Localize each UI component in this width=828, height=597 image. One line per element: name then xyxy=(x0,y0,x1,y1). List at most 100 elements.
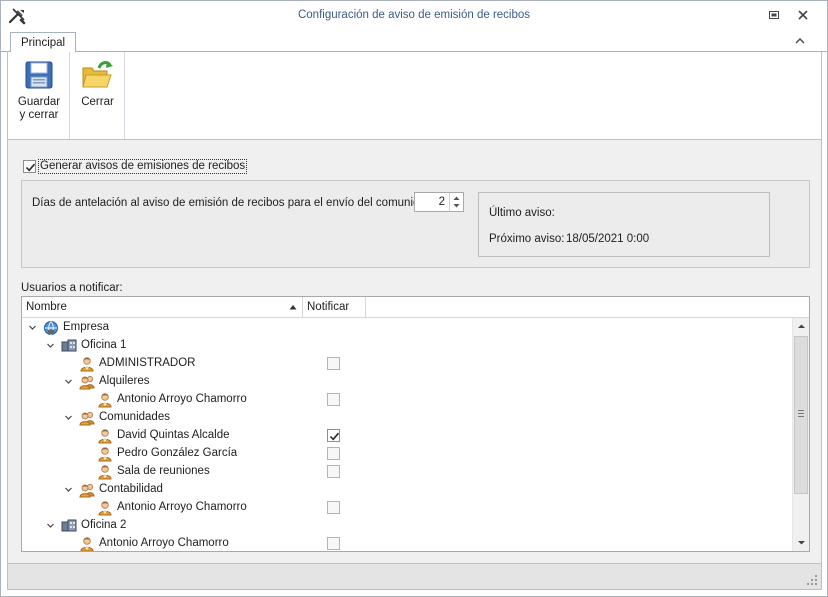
open-folder-icon xyxy=(82,61,113,88)
window-title: Configuración de aviso de emisión de rec… xyxy=(297,9,531,21)
last-notice-label: Último aviso: xyxy=(489,207,555,219)
tree-row-label: Oficina 2 xyxy=(81,519,127,531)
notify-checkbox[interactable] xyxy=(327,393,340,406)
tree-row[interactable]: Sala de reuniones xyxy=(22,463,792,481)
tree-row-label: Antonio Arroyo Chamorro xyxy=(117,393,247,405)
tree-row[interactable]: Empresa xyxy=(22,319,792,337)
sort-ascending-icon xyxy=(289,305,297,310)
notify-checkbox[interactable] xyxy=(327,447,340,460)
tree-row-label: Pedro González García xyxy=(117,447,238,459)
tree-row-label: Antonio Arroyo Chamorro xyxy=(99,537,229,549)
user-group-icon xyxy=(79,482,95,498)
tree-row[interactable]: Antonio Arroyo Chamorro xyxy=(22,535,792,551)
generate-notices-label[interactable]: Generar avisos de emisiones de recibos xyxy=(38,159,248,174)
days-advance-stepper[interactable]: 2 xyxy=(414,192,464,212)
dialog-window: Configuración de aviso de emisión de rec… xyxy=(0,0,828,597)
column-header-notify[interactable]: Notificar xyxy=(303,297,366,317)
user-icon xyxy=(79,356,95,372)
days-advance-value[interactable]: 2 xyxy=(439,196,445,208)
user-icon xyxy=(79,536,95,551)
check-mark-icon xyxy=(25,163,36,172)
users-to-notify-label: Usuarios a notificar: xyxy=(21,282,123,294)
user-icon xyxy=(97,500,113,516)
expand-chevron-icon[interactable] xyxy=(46,521,55,530)
title-bar: Configuración de aviso de emisión de rec… xyxy=(1,1,827,30)
notify-checkbox[interactable] xyxy=(327,537,340,550)
days-advance-label: Días de antelación al aviso de emisión d… xyxy=(32,197,442,209)
tree-row-label: Comunidades xyxy=(99,411,170,423)
collapse-ribbon-icon[interactable] xyxy=(794,36,806,46)
save-label-line2: y cerrar xyxy=(19,109,59,121)
tree-body: Empresa Oficina 1 ADMINISTRADOR Alquileres A… xyxy=(22,318,792,551)
notify-checkbox[interactable] xyxy=(327,429,340,442)
user-icon xyxy=(97,464,113,480)
column-notify-label: Notificar xyxy=(307,301,350,313)
tree-row[interactable]: Antonio Arroyo Chamorro xyxy=(22,391,792,409)
user-group-icon xyxy=(79,374,95,390)
tree-row-label: Contabilidad xyxy=(99,483,163,495)
status-bar xyxy=(7,563,822,590)
office-building-icon xyxy=(61,518,77,534)
save-and-close-button[interactable]: Guardar y cerrar xyxy=(14,52,64,139)
tree-row[interactable]: Contabilidad xyxy=(22,481,792,499)
expand-chevron-icon[interactable] xyxy=(28,323,37,332)
expand-chevron-icon[interactable] xyxy=(64,377,73,386)
close-label: Cerrar xyxy=(81,96,114,108)
column-header-name[interactable]: Nombre xyxy=(22,297,303,317)
users-tree-list: Nombre Notificar Empresa Oficina 1 ADMINIS… xyxy=(21,296,810,552)
check-mark-icon xyxy=(329,432,340,441)
tree-row-label: Antonio Arroyo Chamorro xyxy=(117,501,247,513)
user-icon xyxy=(97,392,113,408)
scroll-up-icon[interactable] xyxy=(793,318,810,335)
tree-row[interactable]: Alquileres xyxy=(22,373,792,391)
main-content: Generar avisos de emisiones de recibos D… xyxy=(7,140,822,563)
notify-checkbox[interactable] xyxy=(327,501,340,514)
notify-checkbox[interactable] xyxy=(327,465,340,478)
save-and-close-label: Guardar y cerrar xyxy=(14,96,64,122)
notice-info-box: Último aviso: Próximo aviso: 18/05/2021 … xyxy=(478,192,770,257)
tree-row-label: Sala de reuniones xyxy=(117,465,210,477)
close-button[interactable]: Cerrar xyxy=(70,52,125,139)
tree-row[interactable]: Oficina 2 xyxy=(22,517,792,535)
office-building-icon xyxy=(61,338,77,354)
restore-button[interactable] xyxy=(767,8,781,22)
resize-grip-icon[interactable] xyxy=(807,575,817,585)
notify-checkbox[interactable] xyxy=(327,357,340,370)
tree-row-label: Oficina 1 xyxy=(81,339,127,351)
next-notice-value: 18/05/2021 0:00 xyxy=(566,233,650,245)
stepper-arrows xyxy=(449,193,463,211)
user-icon xyxy=(97,446,113,462)
ribbon-panel: Guardar y cerrar Cerrar xyxy=(7,52,822,140)
next-notice-label: Próximo aviso: xyxy=(489,233,565,245)
tree-row[interactable]: Antonio Arroyo Chamorro xyxy=(22,499,792,517)
stepper-down-icon[interactable] xyxy=(453,203,460,209)
tree-row-label: ADMINISTRADOR xyxy=(99,357,196,369)
tree-row[interactable]: Pedro González García xyxy=(22,445,792,463)
user-group-icon xyxy=(79,410,95,426)
tree-row[interactable]: Oficina 1 xyxy=(22,337,792,355)
scroll-down-icon[interactable] xyxy=(793,534,810,551)
stepper-up-icon[interactable] xyxy=(453,195,460,201)
tree-row[interactable]: David Quintas Alcalde xyxy=(22,427,792,445)
tab-principal[interactable]: Principal xyxy=(10,32,77,53)
settings-group: Días de antelación al aviso de emisión d… xyxy=(21,180,810,268)
tree-row-label: Empresa xyxy=(63,321,110,333)
expand-chevron-icon[interactable] xyxy=(64,413,73,422)
expand-chevron-icon[interactable] xyxy=(46,341,55,350)
vertical-scrollbar[interactable] xyxy=(792,318,809,551)
tree-row[interactable]: ADMINISTRADOR xyxy=(22,355,792,373)
tree-row-label: David Quintas Alcalde xyxy=(117,429,230,441)
scrollbar-thumb[interactable] xyxy=(794,336,808,494)
ribbon-separator xyxy=(124,52,125,139)
generate-notices-checkbox[interactable] xyxy=(23,160,36,173)
floppy-disk-icon xyxy=(25,61,53,89)
company-globe-icon xyxy=(43,320,59,336)
ribbon-tabstrip: Principal xyxy=(1,30,827,53)
tree-row-label: Alquileres xyxy=(99,375,150,387)
grip-icon xyxy=(798,410,804,417)
expand-chevron-icon[interactable] xyxy=(64,485,73,494)
column-name-label: Nombre xyxy=(26,301,67,313)
user-icon xyxy=(97,428,113,444)
close-window-button[interactable] xyxy=(796,8,810,22)
tree-row[interactable]: Comunidades xyxy=(22,409,792,427)
